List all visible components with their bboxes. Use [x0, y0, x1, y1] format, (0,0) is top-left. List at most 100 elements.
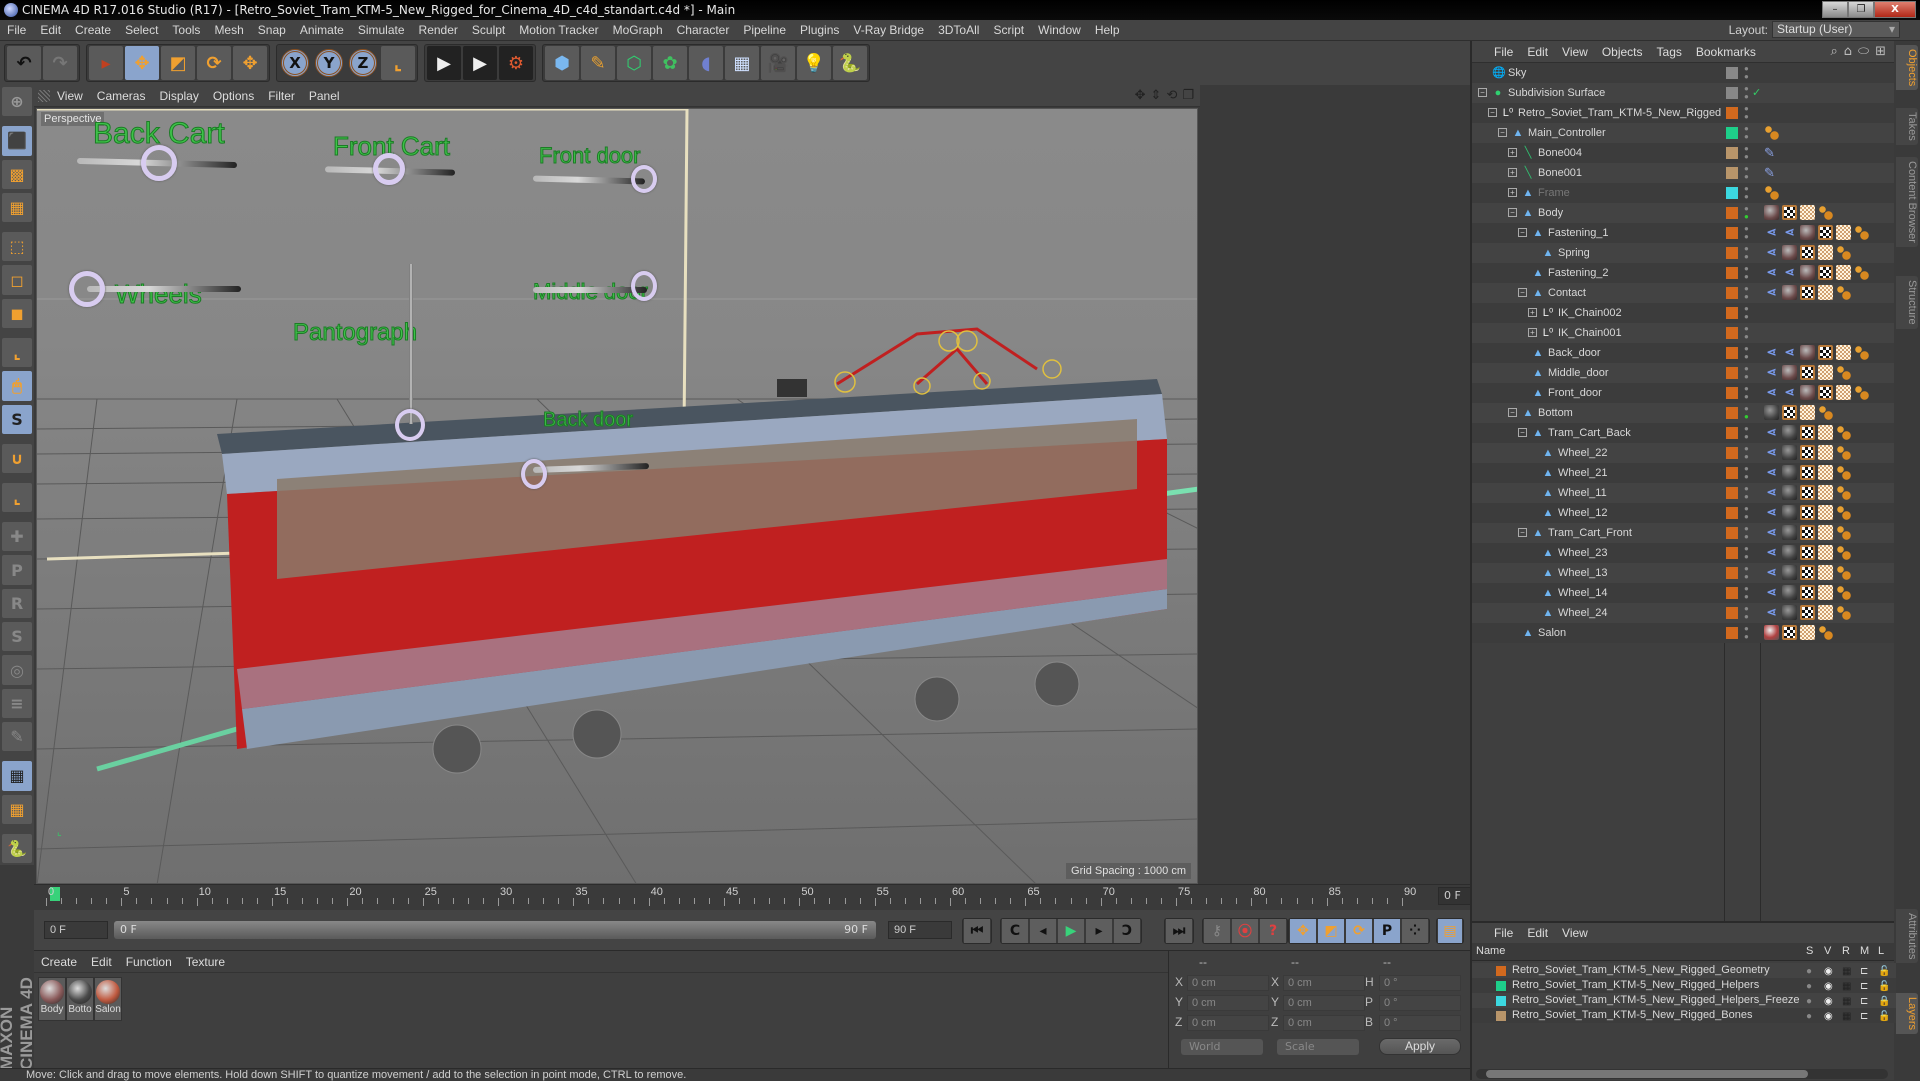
constraint-tag-icon[interactable]: ⋖: [1764, 485, 1779, 500]
object-row[interactable]: ▲ Salon ● ●: [1472, 623, 1896, 643]
render-clapper-icon[interactable]: ▦: [1842, 994, 1851, 1009]
object-row[interactable]: + ▲ Frame ● ●: [1472, 183, 1896, 203]
object-name[interactable]: Bone001: [1538, 167, 1582, 179]
layer-color-swatch[interactable]: [1726, 527, 1738, 539]
align-workplane-button[interactable]: ▦: [2, 794, 32, 824]
uvw-tag-icon[interactable]: [1818, 225, 1833, 240]
uvw-tag-icon[interactable]: [1800, 485, 1815, 500]
layer-name[interactable]: Retro_Soviet_Tram_KTM-5_New_Rigged_Helpe…: [1512, 993, 1800, 1008]
python-script-button[interactable]: 🐍: [2, 833, 32, 864]
texture-tag-icon[interactable]: [1818, 445, 1833, 460]
zoom-view-icon[interactable]: ⇕: [1151, 88, 1162, 103]
visibility-dots[interactable]: ● ●: [1744, 245, 1750, 261]
viewport-menu-filter[interactable]: Filter: [261, 89, 302, 103]
menu-animate[interactable]: Animate: [293, 23, 351, 37]
lock-icon[interactable]: 🔓: [1878, 1009, 1890, 1024]
layer-col-solo[interactable]: S: [1806, 945, 1813, 957]
layer-menu-view[interactable]: View: [1555, 926, 1595, 940]
solo-icon[interactable]: ●: [1806, 964, 1812, 979]
object-name[interactable]: Tram_Cart_Front: [1548, 527, 1632, 539]
object-row[interactable]: ▲ Wheel_12 ● ● ⋖: [1472, 503, 1896, 523]
timeline-ruler[interactable]: 0 F 0 5 10 15 20 25 30 35 40 45 50 55 60 65 70 75 80 85 90: [34, 884, 1500, 908]
layer-color-swatch[interactable]: [1726, 427, 1738, 439]
tab-attributes[interactable]: Attributes: [1896, 909, 1918, 964]
python-button[interactable]: 🐍: [833, 46, 867, 80]
constraint-tag-icon[interactable]: ⋖: [1782, 265, 1797, 280]
menu-window[interactable]: Window: [1031, 23, 1088, 37]
layer-col-name[interactable]: Name: [1476, 945, 1505, 957]
model-mode-button[interactable]: ⬛: [2, 126, 32, 156]
workplane-axis-button[interactable]: ⌞: [2, 482, 32, 513]
visibility-dots[interactable]: ● ●: [1744, 405, 1750, 421]
xpresso-tag-icon[interactable]: [1836, 545, 1851, 560]
menu-tools[interactable]: Tools: [165, 23, 207, 37]
layer-menu-edit[interactable]: Edit: [1520, 926, 1555, 940]
keyframe-selection-button[interactable]: ?: [1260, 919, 1286, 943]
material-menu-create[interactable]: Create: [34, 955, 84, 969]
layer-col-manager[interactable]: M: [1860, 945, 1869, 957]
texture-tag-icon[interactable]: [1818, 285, 1833, 300]
visibility-dots[interactable]: ● ●: [1744, 145, 1750, 161]
object-name[interactable]: Sky: [1508, 67, 1526, 79]
layer-color-swatch[interactable]: [1726, 367, 1738, 379]
rotation-field[interactable]: 0 °: [1379, 1015, 1461, 1031]
render-clapper-icon[interactable]: ▦: [1842, 964, 1851, 979]
camera-button[interactable]: 🎥: [761, 46, 795, 80]
rotation-field[interactable]: 0 °: [1379, 975, 1461, 991]
visibility-dots[interactable]: ● ●: [1744, 345, 1750, 361]
x-axis-lock-button[interactable]: X: [281, 49, 309, 77]
xpresso-tag-icon[interactable]: [1854, 345, 1869, 360]
object-row[interactable]: − ▲ Body ● ●: [1472, 203, 1896, 223]
object-name[interactable]: Wheel_11: [1558, 487, 1607, 499]
object-menu-file[interactable]: File: [1472, 45, 1520, 59]
size-field[interactable]: 0 cm: [1283, 975, 1365, 991]
enabled-check-icon[interactable]: ✓: [1752, 83, 1761, 103]
key-parameter-button[interactable]: P: [1374, 919, 1400, 943]
panel-grip-icon[interactable]: [38, 89, 50, 102]
xpresso-tag-icon[interactable]: [1764, 185, 1779, 200]
material-tag-icon[interactable]: [1782, 565, 1797, 580]
bind-psr-button[interactable]: S: [2, 622, 32, 652]
object-row[interactable]: + L⁰ IK_Chain002 ● ●: [1472, 303, 1896, 323]
close-button[interactable]: X: [1874, 1, 1916, 18]
solo-mode-button[interactable]: S: [2, 404, 32, 434]
material-tag-icon[interactable]: [1782, 425, 1797, 440]
make-editable-button[interactable]: ⊕: [2, 87, 32, 117]
texture-tag-icon[interactable]: [1818, 605, 1833, 620]
visibility-dots[interactable]: ● ●: [1744, 545, 1750, 561]
constraint-tag-icon[interactable]: ⋖: [1764, 365, 1779, 380]
texture-tag-icon[interactable]: [1818, 465, 1833, 480]
menu-edit[interactable]: Edit: [33, 23, 68, 37]
object-name[interactable]: Wheel_23: [1558, 547, 1608, 559]
material-tag-icon[interactable]: [1782, 465, 1797, 480]
next-key-button[interactable]: Ↄ: [1114, 919, 1140, 943]
position-field[interactable]: 0 cm: [1187, 975, 1269, 991]
object-name[interactable]: Contact: [1548, 287, 1586, 299]
viewport-menu-display[interactable]: Display: [152, 89, 205, 103]
layer-color-swatch[interactable]: [1726, 327, 1738, 339]
cube-button[interactable]: ⬢: [545, 46, 579, 80]
render-clapper-icon[interactable]: ▦: [1842, 979, 1851, 994]
object-menu-view[interactable]: View: [1555, 45, 1595, 59]
weight-tool-button[interactable]: ◎: [2, 655, 32, 685]
material-tag-icon[interactable]: [1782, 245, 1797, 260]
coordinate-mode-dropdown[interactable]: Scale: [1277, 1039, 1359, 1055]
material-tag-icon[interactable]: [1764, 405, 1779, 420]
xpresso-tag-icon[interactable]: [1836, 605, 1851, 620]
xpresso-tag-icon[interactable]: [1836, 245, 1851, 260]
constraint-tag-icon[interactable]: ⋖: [1764, 345, 1779, 360]
object-row[interactable]: − ▲ Tram_Cart_Back ● ● ⋖: [1472, 423, 1896, 443]
floor-button[interactable]: ▦: [725, 46, 759, 80]
manager-icon[interactable]: ⊏: [1860, 964, 1868, 979]
middle-door-slider-handle[interactable]: [631, 271, 657, 301]
layout-dropdown[interactable]: Startup (User): [1772, 21, 1900, 38]
uvw-tag-icon[interactable]: [1800, 585, 1815, 600]
object-row[interactable]: ▲ Wheel_22 ● ● ⋖: [1472, 443, 1896, 463]
texture-tag-icon[interactable]: [1818, 525, 1833, 540]
layer-col-visible[interactable]: V: [1824, 945, 1831, 957]
constraint-tag-icon[interactable]: ⋖: [1764, 565, 1779, 580]
material-tag-icon[interactable]: [1782, 585, 1797, 600]
menu-render[interactable]: Render: [412, 23, 465, 37]
xpresso-tag-icon[interactable]: [1836, 525, 1851, 540]
menu-select[interactable]: Select: [118, 23, 165, 37]
